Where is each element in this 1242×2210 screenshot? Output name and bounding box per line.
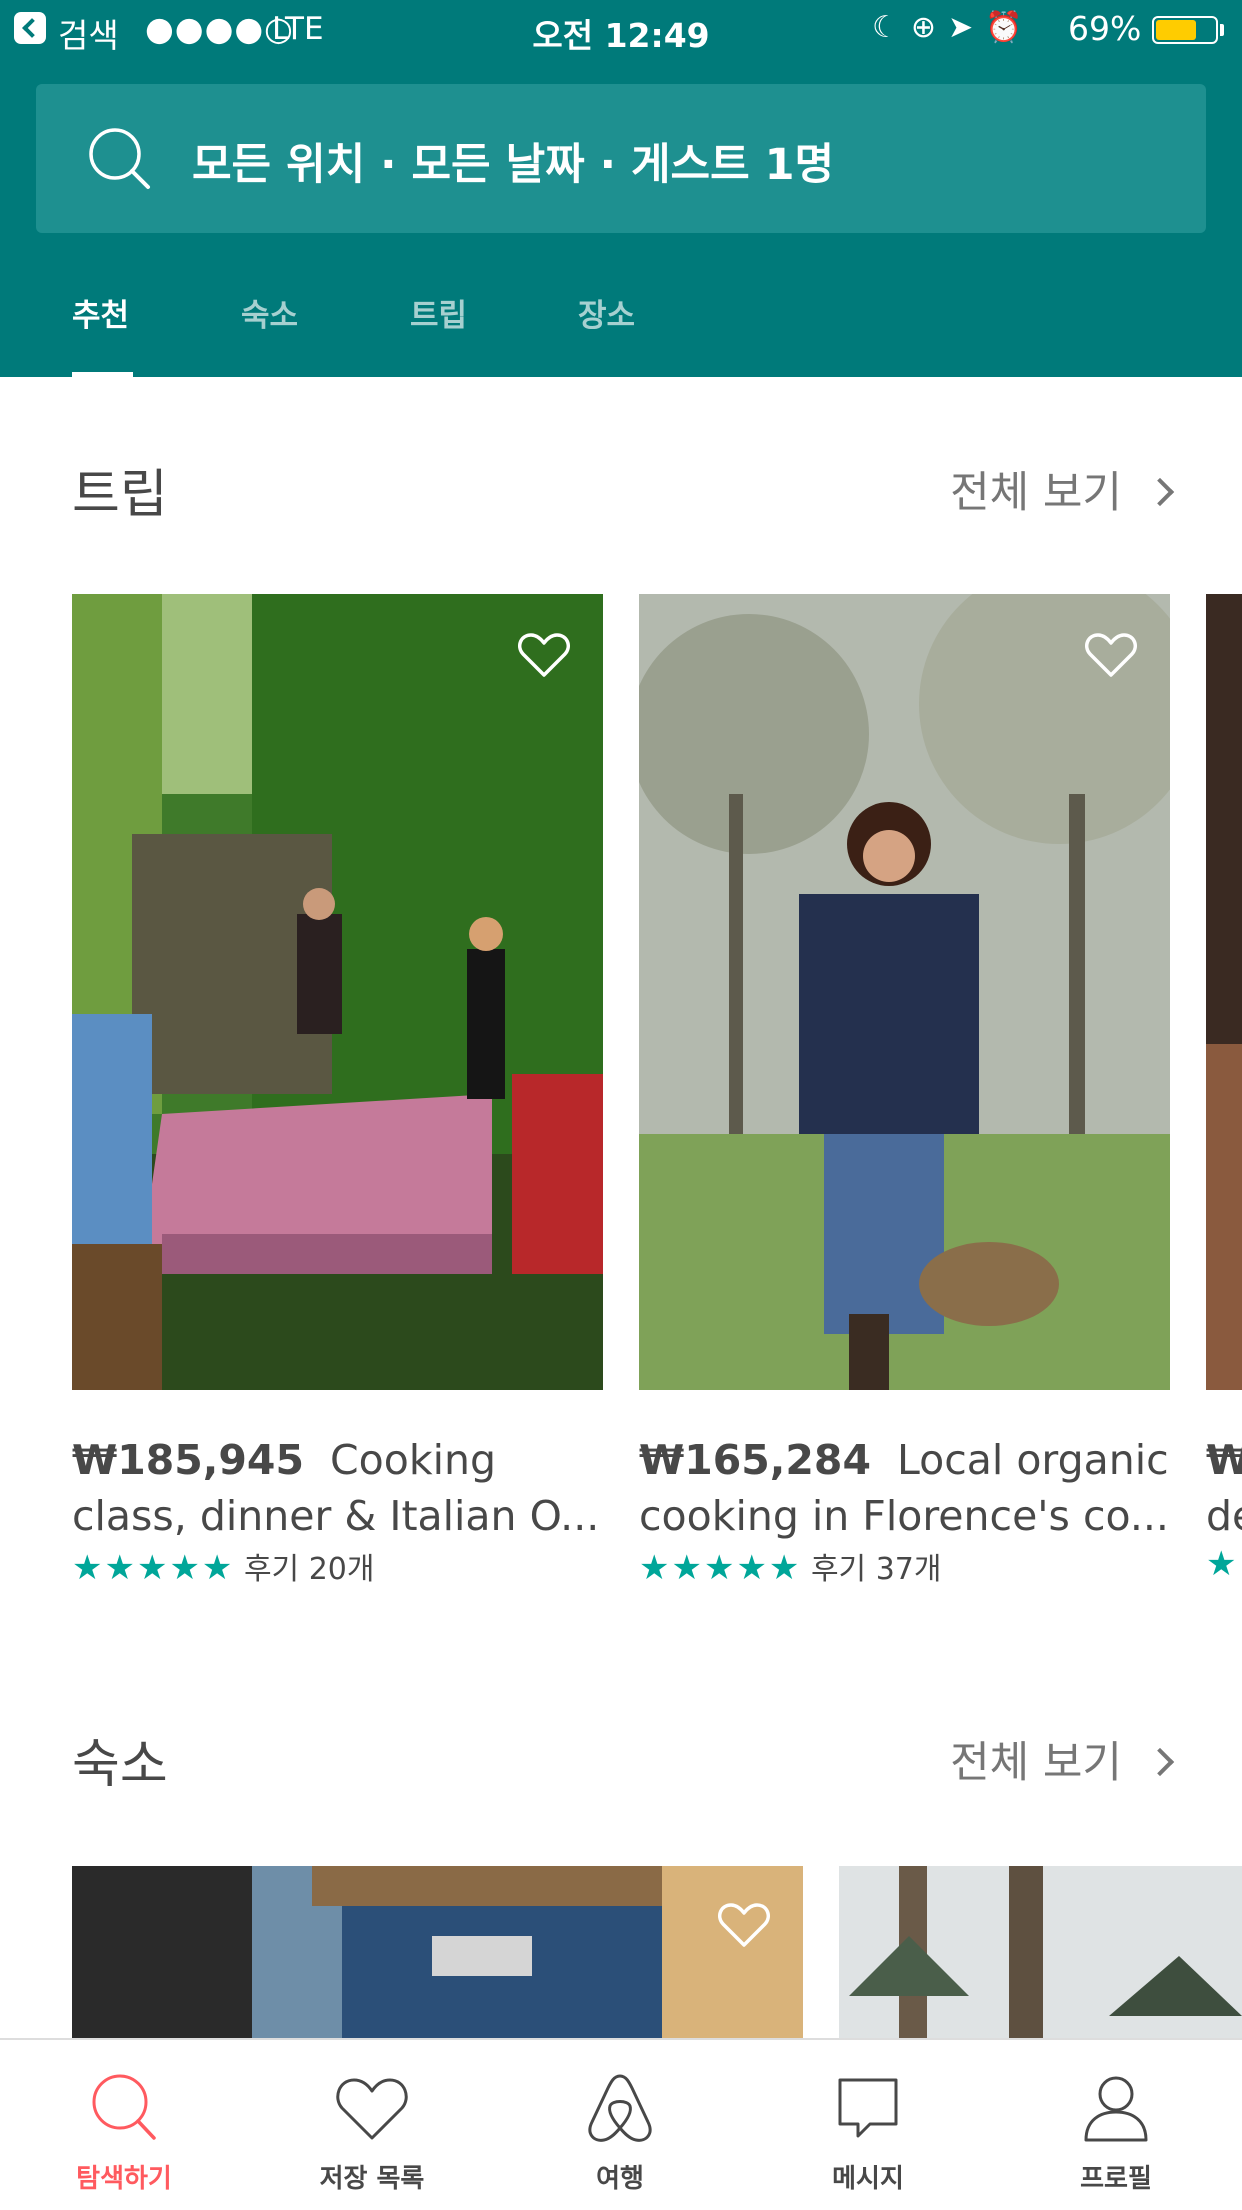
airbnb-logo-icon bbox=[588, 2074, 652, 2142]
trip-rating: ★ bbox=[1206, 1544, 1238, 1584]
bottom-tab-bar: 탐색하기 저장 목록 여행 메시지 프로필 bbox=[0, 2038, 1242, 2210]
save-heart-icon[interactable] bbox=[718, 1902, 770, 1948]
save-heart-icon[interactable] bbox=[518, 632, 570, 678]
battery-percent: 69% bbox=[1068, 9, 1142, 48]
nav-messages[interactable]: 메시지 bbox=[744, 2040, 992, 2210]
review-count: 후기 20개 bbox=[243, 1552, 375, 1587]
trip-title-start: Local organic bbox=[897, 1436, 1169, 1484]
trip-title-rest: cooking in Florence's co... bbox=[639, 1492, 1169, 1540]
see-all-label: 전체 보기 bbox=[950, 468, 1122, 518]
nav-label: 탐색하기 bbox=[76, 2164, 172, 2194]
profile-icon bbox=[1084, 2076, 1148, 2142]
trip-card-title: ₩ de bbox=[1206, 1432, 1242, 1544]
trip-photo-outdoor-dinner bbox=[72, 594, 603, 1390]
nav-trips[interactable]: 여행 bbox=[496, 2040, 744, 2210]
nav-label: 프로필 bbox=[1080, 2164, 1152, 2194]
search-icon bbox=[89, 128, 150, 189]
rotation-lock-icon: ⊕ bbox=[910, 10, 949, 45]
trip-title-start: Cooking bbox=[330, 1436, 496, 1484]
homes-section-title: 숙소 bbox=[72, 1735, 168, 1795]
trip-title-rest: de bbox=[1206, 1492, 1242, 1540]
see-all-label: 전체 보기 bbox=[950, 1738, 1122, 1788]
battery-icon bbox=[1152, 16, 1218, 44]
nav-profile[interactable]: 프로필 bbox=[992, 2040, 1240, 2210]
trip-card-partial[interactable]: ₩ de ★ bbox=[1206, 594, 1242, 1594]
star-rating-icon: ★★★★★ bbox=[72, 1548, 235, 1588]
home-card[interactable] bbox=[839, 1866, 1242, 2038]
location-icon: ➤ bbox=[948, 10, 986, 45]
nav-explore[interactable]: 탐색하기 bbox=[0, 2040, 248, 2210]
app-header: 검색 ●●●●○ LTE 오전 12:49 ☾⊕➤⏰ 69% 모든 위치 · 모… bbox=[0, 0, 1242, 377]
trip-rating: ★★★★★ 후기 20개 bbox=[72, 1544, 374, 1588]
battery-cap bbox=[1220, 24, 1224, 36]
trip-photo-woman-with-basket bbox=[639, 594, 1170, 1390]
home-photo-forest-house bbox=[839, 1866, 1242, 2038]
moon-icon: ☾ bbox=[872, 10, 911, 45]
review-count: 후기 37개 bbox=[810, 1552, 942, 1587]
trips-section-title: 트립 bbox=[72, 465, 168, 525]
home-card[interactable] bbox=[72, 1866, 803, 2038]
trip-photo-partial bbox=[1206, 594, 1242, 1390]
search-summary-text: 모든 위치 · 모든 날짜 · 게스트 1명 bbox=[192, 140, 835, 190]
trip-rating: ★★★★★ 후기 37개 bbox=[639, 1544, 941, 1588]
trip-card[interactable]: ₩185,945 Cooking class, dinner & Italian… bbox=[72, 594, 603, 1594]
message-icon bbox=[838, 2078, 898, 2138]
nav-saved[interactable]: 저장 목록 bbox=[248, 2040, 496, 2210]
chevron-right-icon bbox=[1145, 477, 1175, 506]
trip-price: ₩ bbox=[1206, 1436, 1242, 1484]
trip-card[interactable]: ₩165,284 Local organic cooking in Floren… bbox=[639, 594, 1170, 1594]
homes-see-all-link[interactable]: 전체 보기 bbox=[950, 1728, 1175, 1790]
tab-homes[interactable]: 숙소 bbox=[241, 290, 298, 335]
star-rating-icon: ★ bbox=[1206, 1544, 1239, 1584]
search-bar[interactable]: 모든 위치 · 모든 날짜 · 게스트 1명 bbox=[36, 84, 1206, 233]
tab-trips[interactable]: 트립 bbox=[410, 290, 467, 335]
trip-price: ₩165,284 bbox=[639, 1436, 871, 1484]
nav-label: 저장 목록 bbox=[319, 2164, 425, 2194]
chevron-right-icon bbox=[1145, 1747, 1175, 1776]
trip-card-title: ₩185,945 Cooking class, dinner & Italian… bbox=[72, 1432, 632, 1544]
alarm-icon: ⏰ bbox=[985, 10, 1035, 45]
tab-places[interactable]: 장소 bbox=[578, 290, 635, 335]
star-rating-icon: ★★★★★ bbox=[639, 1548, 802, 1588]
home-photo-interior bbox=[72, 1866, 803, 2038]
category-tabs: 추천 숙소 트립 장소 bbox=[0, 280, 1242, 377]
battery-level bbox=[1156, 20, 1196, 40]
search-icon bbox=[92, 2074, 156, 2140]
trips-see-all-link[interactable]: 전체 보기 bbox=[950, 458, 1175, 520]
status-bar: 검색 ●●●●○ LTE 오전 12:49 ☾⊕➤⏰ 69% bbox=[0, 0, 1242, 60]
trip-price: ₩185,945 bbox=[72, 1436, 304, 1484]
trip-card-title: ₩165,284 Local organic cooking in Floren… bbox=[639, 1432, 1199, 1544]
save-heart-icon[interactable] bbox=[1085, 632, 1137, 678]
nav-label: 메시지 bbox=[832, 2164, 904, 2194]
trip-title-rest: class, dinner & Italian O... bbox=[72, 1492, 600, 1540]
heart-icon bbox=[336, 2078, 408, 2140]
nav-label: 여행 bbox=[596, 2164, 644, 2194]
tab-recommended[interactable]: 추천 bbox=[72, 290, 129, 335]
active-tab-indicator bbox=[72, 372, 133, 377]
status-time: 오전 12:49 bbox=[532, 16, 710, 55]
